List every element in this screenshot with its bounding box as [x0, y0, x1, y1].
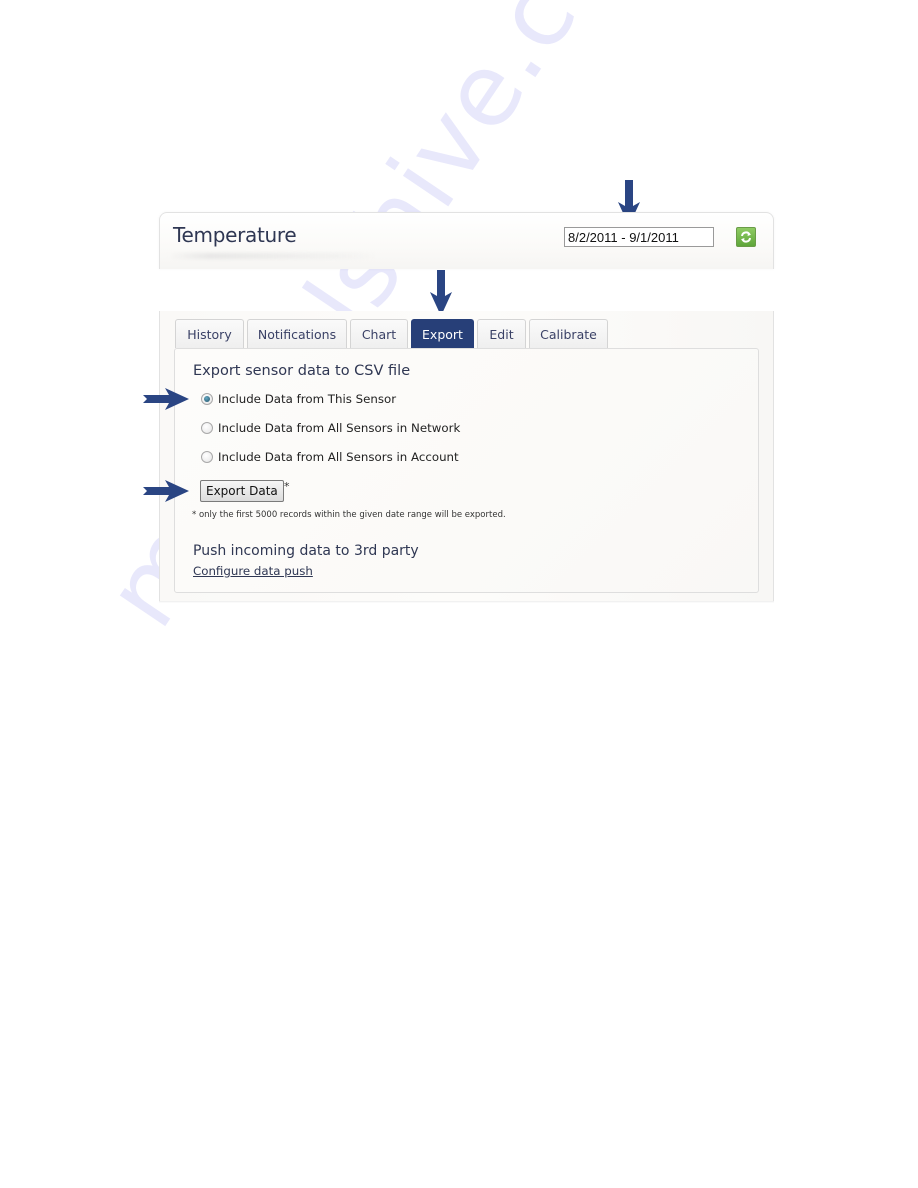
export-section-title: Export sensor data to CSV file: [193, 363, 411, 379]
option-label: Include Data from This Sensor: [218, 392, 397, 406]
tab-edit[interactable]: Edit: [477, 319, 526, 348]
date-range-input[interactable]: 8/2/2011 - 9/1/2011: [564, 227, 714, 247]
sensor-detail-panel: History Notifications Chart Export Edit …: [159, 311, 774, 603]
option-this-sensor[interactable]: Include Data from This Sensor: [201, 391, 396, 407]
title-shadow: [168, 253, 378, 259]
tab-chart[interactable]: Chart: [350, 319, 408, 348]
refresh-icon: [741, 231, 751, 243]
annotation-arrow-right-icon: [143, 480, 189, 502]
export-footnote: * only the first 5000 records within the…: [192, 510, 506, 520]
annotation-arrow-down-icon: [430, 270, 452, 316]
tab-calibrate[interactable]: Calibrate: [529, 319, 608, 348]
radio-button[interactable]: [201, 451, 213, 463]
panel-bottom-edge: [159, 601, 774, 603]
option-label: Include Data from All Sensors in Network: [218, 421, 461, 435]
export-data-button[interactable]: Export Data: [200, 480, 284, 502]
radio-button[interactable]: [201, 422, 213, 434]
option-label: Include Data from All Sensors in Account: [218, 450, 459, 464]
option-all-sensors-network[interactable]: Include Data from All Sensors in Network: [201, 420, 460, 436]
tab-history[interactable]: History: [175, 319, 244, 348]
push-section-title: Push incoming data to 3rd party: [193, 543, 419, 559]
required-asterisk: *: [284, 480, 290, 493]
export-tab-content: Export sensor data to CSV file Include D…: [174, 348, 759, 593]
radio-button-selected[interactable]: [201, 393, 213, 405]
configure-data-push-link[interactable]: Configure data push: [193, 564, 313, 578]
annotation-arrow-right-icon: [143, 388, 189, 410]
tab-notifications[interactable]: Notifications: [247, 319, 347, 348]
page-title: Temperature: [173, 223, 297, 247]
sensor-header-panel: Temperature 8/2/2011 - 9/1/2011: [159, 212, 774, 269]
option-all-sensors-account[interactable]: Include Data from All Sensors in Account: [201, 449, 459, 465]
tab-export[interactable]: Export: [411, 319, 474, 349]
refresh-button[interactable]: [736, 227, 756, 247]
